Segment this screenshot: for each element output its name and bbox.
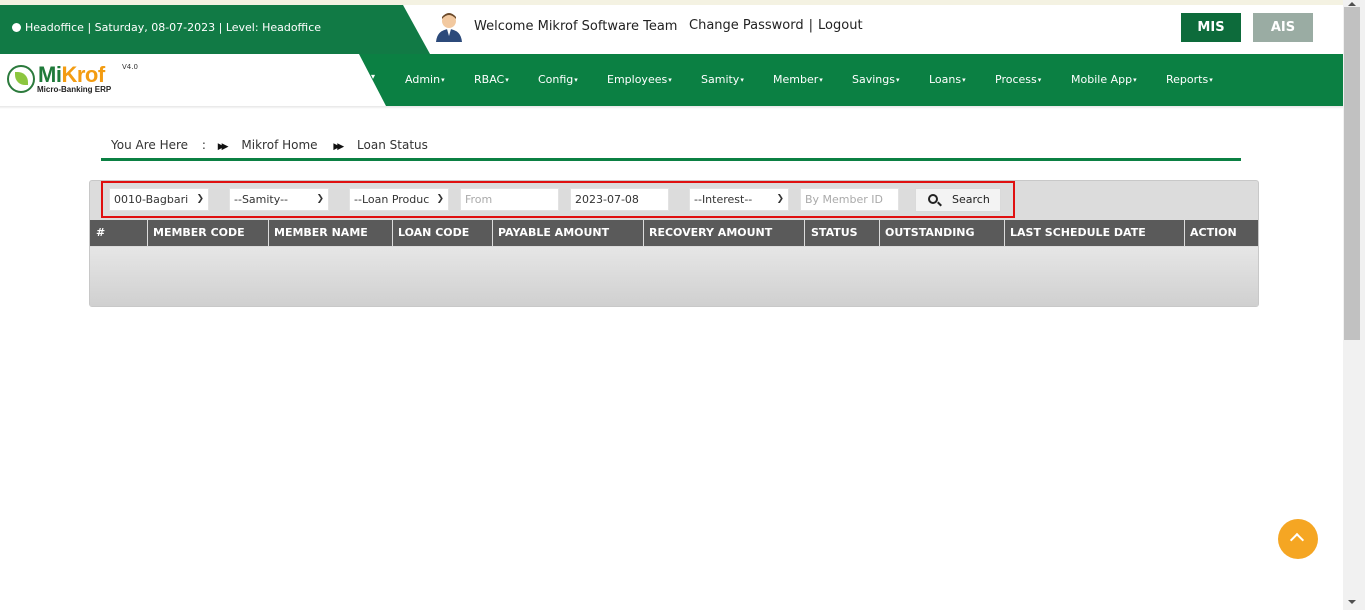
filter-highlight-box (101, 181, 1015, 218)
column-header-index: # (90, 220, 148, 246)
nav-item-label: Employees (607, 73, 668, 86)
change-password-link[interactable]: Change Password (689, 18, 804, 33)
scroll-down-arrow-icon[interactable] (1348, 600, 1356, 604)
logo-name-part2: Krof (61, 62, 105, 87)
link-separator: | (808, 18, 814, 33)
caret-down-icon: ▾ (441, 76, 445, 84)
double-arrow-icon: ▶▶ (217, 142, 229, 152)
caret-down-icon: ▾ (1209, 76, 1213, 84)
back-to-top-button[interactable] (1278, 519, 1318, 559)
ais-button[interactable]: AIS (1253, 13, 1313, 42)
caret-down-icon: ▾ (574, 76, 578, 84)
top-strip (0, 0, 1343, 5)
caret-down-icon: ▾ (1133, 76, 1137, 84)
column-header-action: ACTION (1190, 226, 1237, 239)
globe-icon (12, 23, 21, 32)
breadcrumb-colon: : (201, 138, 206, 152)
nav-item-label: Mobile App (1071, 73, 1133, 86)
welcome-text: Welcome Mikrof Software Team (474, 19, 678, 34)
caret-down-icon: ▾ (505, 76, 509, 84)
breadcrumb-underline (101, 158, 1241, 161)
nav-item-admin[interactable]: Admin▾ (405, 73, 445, 86)
nav-item-label: Savings (852, 73, 895, 86)
session-info-text: Headoffice | Saturday, 08-07-2023 | Leve… (25, 21, 322, 34)
nav-item-label: RBAC (474, 73, 505, 86)
nav-item-rbac[interactable]: RBAC▾ (474, 73, 509, 86)
session-info: Headoffice | Saturday, 08-07-2023 | Leve… (12, 21, 321, 34)
caret-down-icon: ▾ (371, 72, 376, 81)
nav-item-process[interactable]: Process▾ (995, 73, 1041, 86)
column-header-recovery-amount: RECOVERY AMOUNT (643, 220, 805, 246)
nav-item-mobile-app[interactable]: Mobile App▾ (1071, 73, 1137, 86)
chevron-up-icon (1289, 532, 1305, 548)
account-links: Change Password | Logout (689, 18, 863, 33)
caret-down-icon: ▾ (740, 76, 744, 84)
caret-down-icon: ▾ (668, 76, 672, 84)
nav-item-savings[interactable]: Savings▾ (852, 73, 900, 86)
breadcrumb-home-link[interactable]: Mikrof Home (241, 138, 317, 152)
nav-item-label: Member (773, 73, 819, 86)
caret-down-icon: ▾ (1037, 76, 1042, 84)
logout-link[interactable]: Logout (818, 18, 863, 33)
nav-item-samity[interactable]: Samity▾ (701, 73, 744, 86)
caret-down-icon: ▾ (819, 76, 823, 84)
page: Headoffice | Saturday, 08-07-2023 | Leve… (0, 0, 1365, 610)
nav-item-label: Loans (929, 73, 962, 86)
session-info-bar: Headoffice | Saturday, 08-07-2023 | Leve… (0, 5, 430, 54)
mis-button[interactable]: MIS (1181, 13, 1241, 42)
nav-item-label: Process (995, 73, 1037, 86)
table-body-empty (90, 247, 1258, 306)
nav-item-config[interactable]: Config▾ (538, 73, 578, 86)
logo-name-part1: Mi (38, 62, 62, 87)
logo-subtitle: Micro-Banking ERP (37, 85, 112, 94)
double-arrow-icon: ▶▶ (333, 142, 344, 152)
breadcrumb: You Are Here : ▶▶ Mikrof Home ▶▶ Loan St… (111, 138, 428, 152)
column-header-member-code: MEMBER CODE (147, 220, 269, 246)
column-header-last-schedule-date: LAST SCHEDULE DATE (1004, 220, 1185, 246)
user-avatar-icon (436, 13, 462, 42)
column-header-member-name: MEMBER NAME (268, 220, 393, 246)
nav-item-member[interactable]: Member▾ (773, 73, 823, 86)
caret-down-icon: ▾ (962, 76, 966, 84)
logo-leaf-icon (7, 65, 35, 93)
scroll-up-arrow-icon[interactable] (1348, 2, 1356, 6)
nav-item-label: Config (538, 73, 574, 86)
column-header-outstanding: OUTSTANDING (879, 220, 1005, 246)
logo-version: V4.0 (122, 63, 138, 71)
logo[interactable]: MiKrof V4.0 Micro-Banking ERP (0, 54, 386, 106)
breadcrumb-current: Loan Status (357, 138, 428, 152)
nav-item-label: Reports (1166, 73, 1209, 86)
nav-item-label: Samity (701, 73, 740, 86)
column-header-payable-amount: PAYABLE AMOUNT (492, 220, 644, 246)
caret-down-icon: ▾ (895, 76, 900, 84)
scrollbar-thumb[interactable] (1344, 7, 1360, 340)
nav-item-loans[interactable]: Loans▾ (929, 73, 966, 86)
nav-item-label: Admin (405, 73, 441, 86)
nav-item-reports[interactable]: Reports▾ (1166, 73, 1213, 86)
breadcrumb-label: You Are Here (111, 138, 189, 152)
nav-item-employees[interactable]: Employees▾ (607, 73, 672, 86)
column-header-loan-code: LOAN CODE (392, 220, 493, 246)
navbar-shadow (0, 106, 1343, 109)
column-header-status: STATUS (805, 220, 880, 246)
